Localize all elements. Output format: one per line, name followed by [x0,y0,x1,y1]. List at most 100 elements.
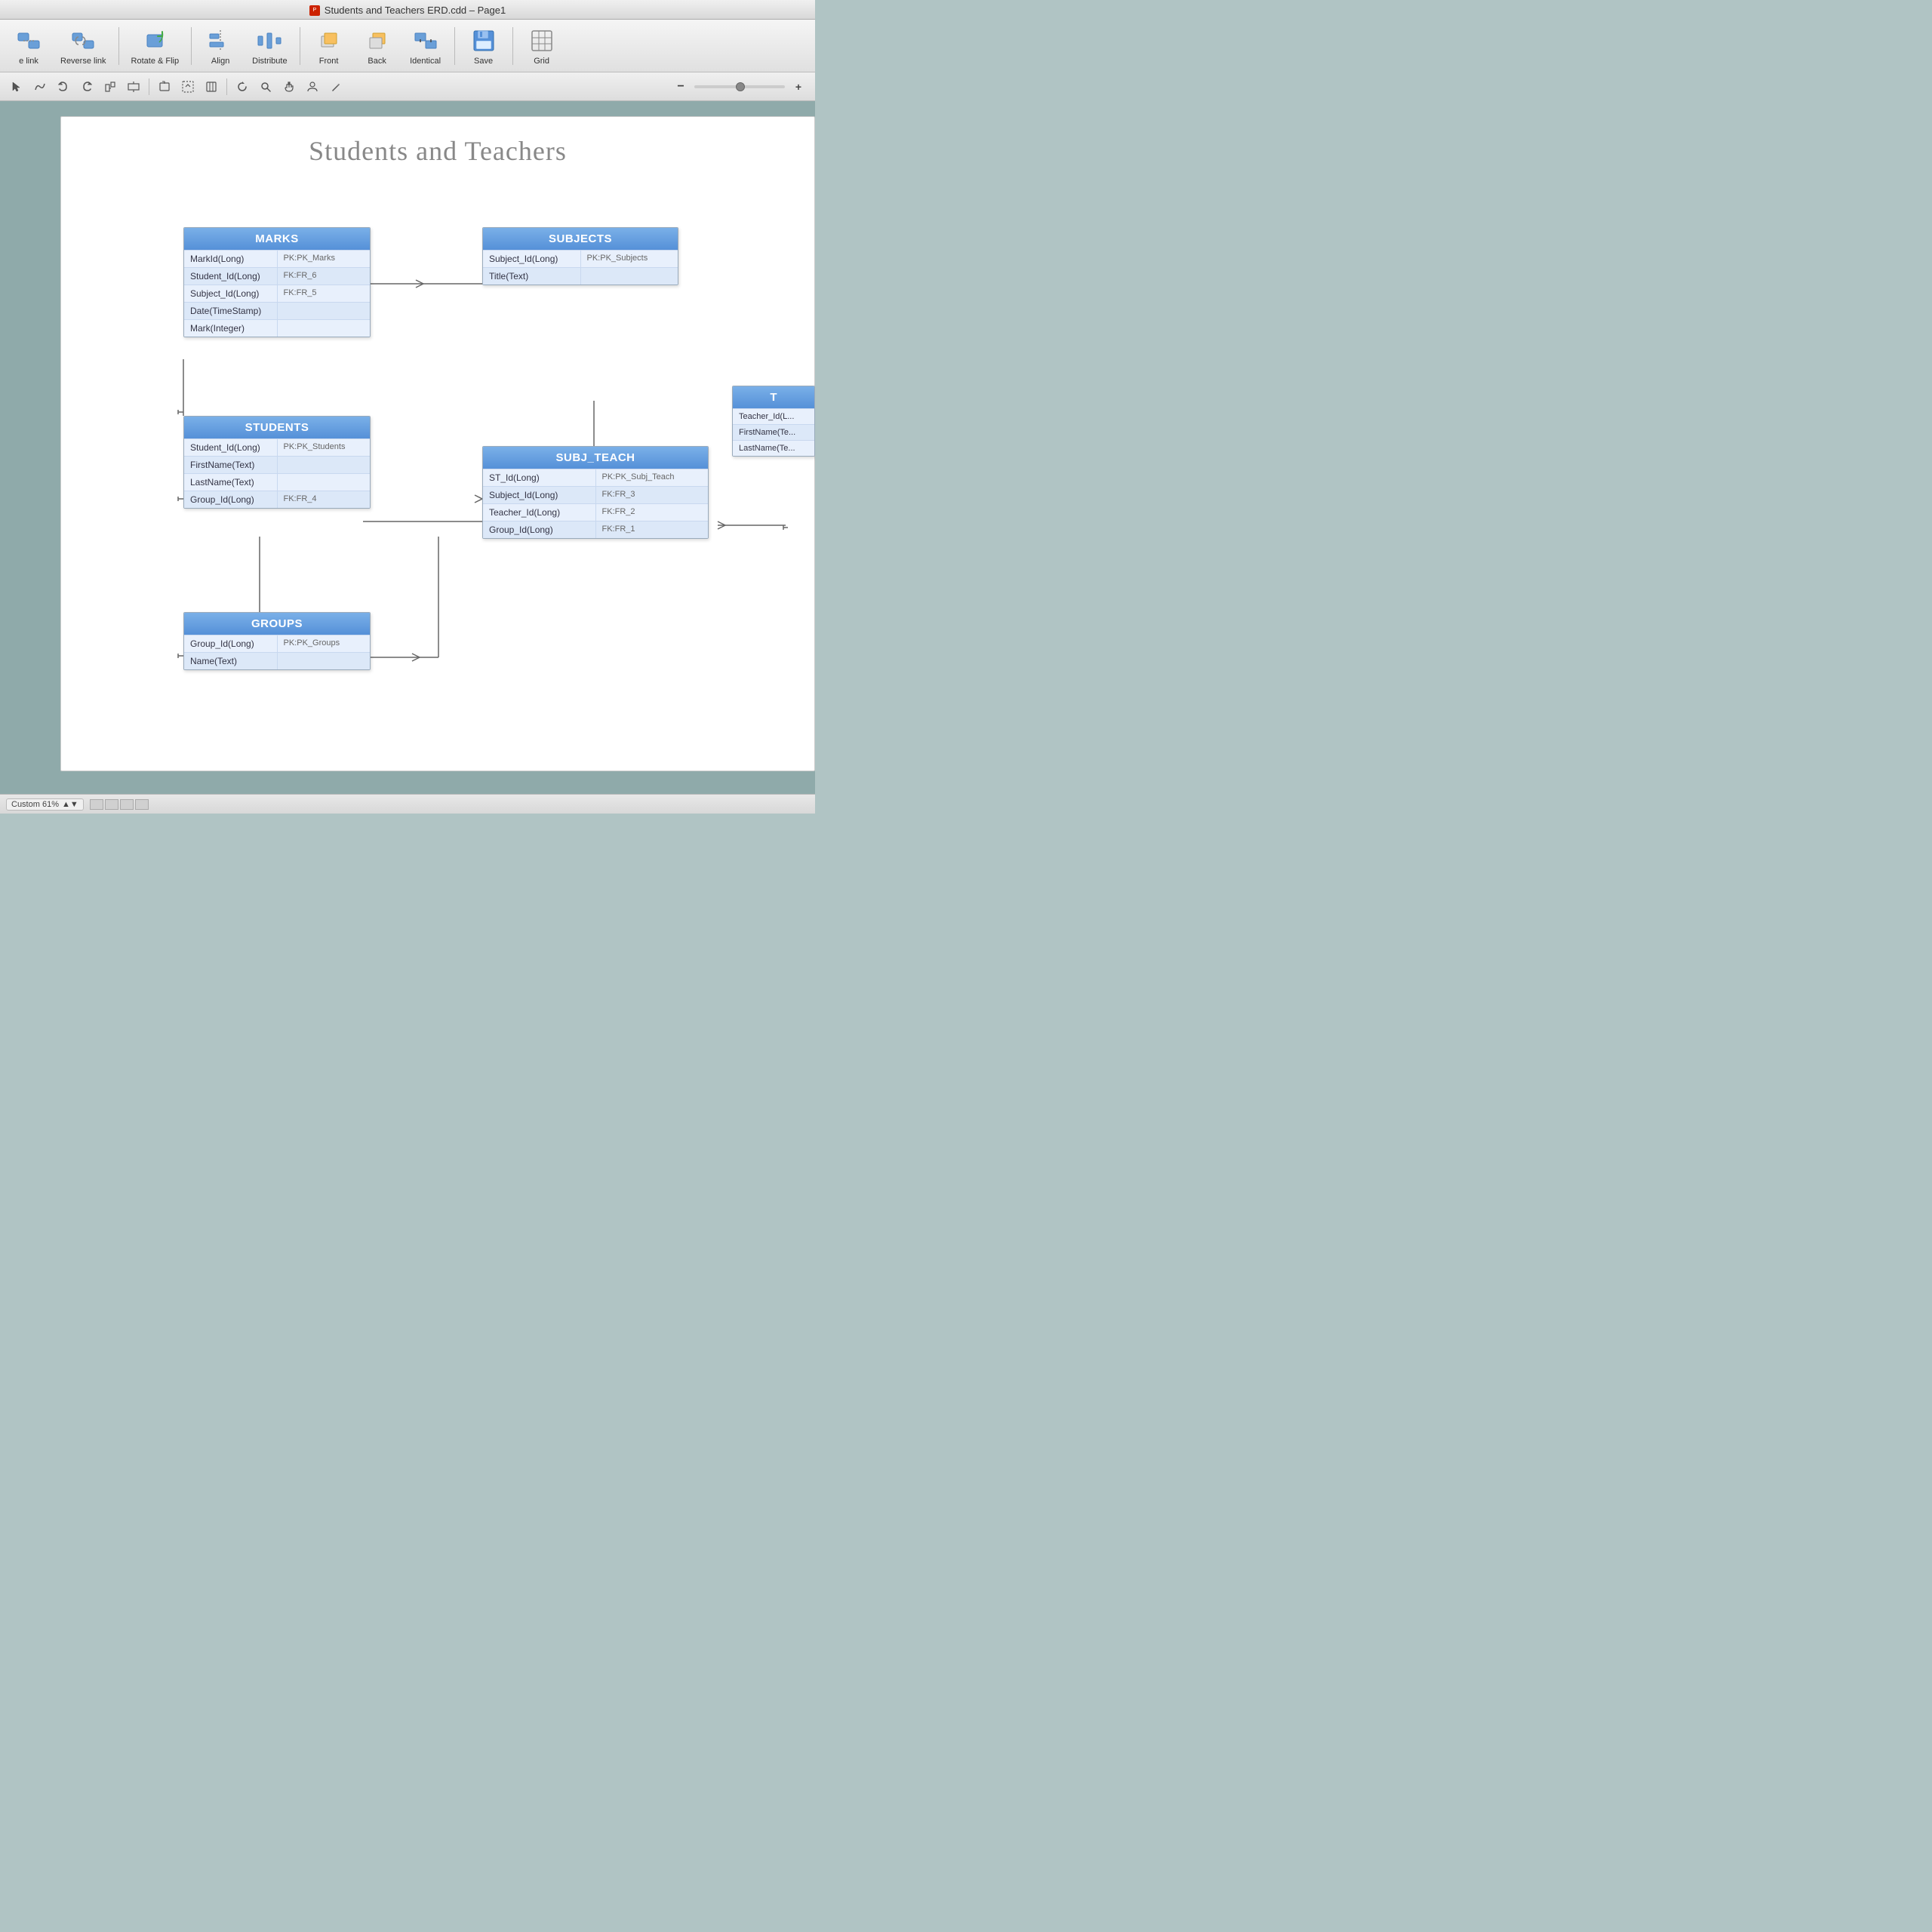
elink-label: e link [19,57,38,66]
distribute-label: Distribute [252,57,287,66]
table-row: Subject_Id(Long) PK:PK_Subjects [483,250,678,267]
tool-save[interactable]: Save [461,25,506,67]
tool-align[interactable]: Align [198,25,243,67]
tool-front[interactable]: Front [306,25,352,67]
zoom-level-button[interactable]: Custom 61% ▲▼ [6,798,84,811]
window-title: Students and Teachers ERD.cdd – Page1 [325,5,506,16]
table-marks-header: MARKS [184,228,370,250]
status-bar: Custom 61% ▲▼ [0,794,815,814]
page-canvas: Students and Teachers [60,116,815,771]
rotate-flip-icon [140,26,169,55]
save-icon [469,26,498,55]
table-teachers-partial: T Teacher_Id(L... FirstName(Te... LastNa… [732,386,815,457]
page-view-btn-3[interactable] [120,799,134,810]
table-groups-header: GROUPS [184,613,370,635]
zoom-slider-track[interactable] [694,85,785,88]
reverse-link-icon [69,26,97,55]
zoom-region-tool[interactable] [177,76,198,97]
zoom-level-text: Custom 61% [11,800,59,809]
tb2-sep-2 [226,78,227,95]
zoom-in-btn[interactable]: + [788,76,809,97]
table-students-header: STUDENTS [184,417,370,438]
table-row: Subject_Id(Long) FK:FR_3 [483,486,708,503]
search-tool[interactable] [255,76,276,97]
zoom-slider-thumb[interactable] [736,82,745,91]
table-marks[interactable]: MARKS MarkId(Long) PK:PK_Marks Student_I… [183,227,371,337]
page-view-btn-2[interactable] [105,799,118,810]
diagram-title: Students and Teachers [61,117,814,167]
table-row: Title(Text) [483,267,678,285]
erd-container: MARKS MarkId(Long) PK:PK_Marks Student_I… [61,167,814,768]
save-label: Save [474,57,493,66]
back-icon [363,26,392,55]
grid-icon [528,26,556,55]
table-row: Group_Id(Long) FK:FR_1 [483,521,708,538]
elink-icon [14,26,43,55]
grid-label: Grid [534,57,549,66]
pdf-icon: P [309,5,320,16]
toolbar-sep-5 [512,27,513,65]
table-row: Student_Id(Long) FK:FR_6 [184,267,370,285]
tool-rotate-flip[interactable]: Rotate & Flip [125,25,186,67]
table-row: Group_Id(Long) FK:FR_4 [184,491,370,508]
table-subjects-header: SUBJECTS [483,228,678,250]
toolbar-sep-2 [191,27,192,65]
align-icon [206,26,235,55]
multi-select-tool[interactable] [100,76,121,97]
select-tool[interactable] [6,76,27,97]
front-icon [315,26,343,55]
zoom-out-btn[interactable]: − [670,76,691,97]
pen-tool[interactable] [325,76,346,97]
toolbar-sep-4 [454,27,455,65]
identical-icon [411,26,440,55]
user-tool[interactable] [302,76,323,97]
distribute-icon [255,26,284,55]
redo-tool[interactable] [76,76,97,97]
table-groups[interactable]: GROUPS Group_Id(Long) PK:PK_Groups Name(… [183,612,371,670]
page-view-btn-1[interactable] [90,799,103,810]
table-row: LastName(Text) [184,473,370,491]
canvas-area: Students and Teachers [0,101,815,794]
reverse-link-label: Reverse link [60,57,106,66]
table-teachers-partial-header: T [733,386,814,408]
table-subjects[interactable]: SUBJECTS Subject_Id(Long) PK:PK_Subjects… [482,227,678,285]
table-row: FirstName(Te... [733,424,814,440]
tool-back[interactable]: Back [355,25,400,67]
undo-tool[interactable] [53,76,74,97]
tool-distribute[interactable]: Distribute [246,25,293,67]
table-students[interactable]: STUDENTS Student_Id(Long) PK:PK_Students… [183,416,371,509]
rotate-flip-label: Rotate & Flip [131,57,180,66]
table-row: Name(Text) [184,652,370,669]
hand-tool[interactable] [278,76,300,97]
table-row: Mark(Integer) [184,319,370,337]
table-row: ST_Id(Long) PK:PK_Subj_Teach [483,469,708,486]
tool-grid[interactable]: Grid [519,25,565,67]
table-row: Student_Id(Long) PK:PK_Students [184,438,370,456]
secondary-toolbar: − + [0,72,815,101]
rotate-left-tool[interactable] [154,76,175,97]
tool-elink[interactable]: e link [6,25,51,67]
main-toolbar: e link Reverse link Rotate & Flip [0,20,815,72]
identical-label: Identical [410,57,441,66]
table-row: Date(TimeStamp) [184,302,370,319]
table-row: Teacher_Id(Long) FK:FR_2 [483,503,708,521]
curve-tool[interactable] [29,76,51,97]
tool-identical[interactable]: Identical [403,25,448,67]
title-bar: P Students and Teachers ERD.cdd – Page1 [0,0,815,20]
table-row: Teacher_Id(L... [733,408,814,424]
fit-page-tool[interactable] [201,76,222,97]
table-row: Group_Id(Long) PK:PK_Groups [184,635,370,652]
tool-reverse-link[interactable]: Reverse link [54,25,112,67]
table-row: Subject_Id(Long) FK:FR_5 [184,285,370,302]
refresh-tool[interactable] [232,76,253,97]
front-label: Front [319,57,339,66]
back-label: Back [368,57,386,66]
page-view-btn-4[interactable] [135,799,149,810]
page-view-buttons [90,799,149,810]
table-row: FirstName(Text) [184,456,370,473]
align-label: Align [211,57,229,66]
table-subj-teach[interactable]: SUBJ_TEACH ST_Id(Long) PK:PK_Subj_Teach … [482,446,709,539]
expand-tool[interactable] [123,76,144,97]
table-row: LastName(Te... [733,440,814,456]
zoom-dropdown-icon: ▲▼ [62,800,78,809]
